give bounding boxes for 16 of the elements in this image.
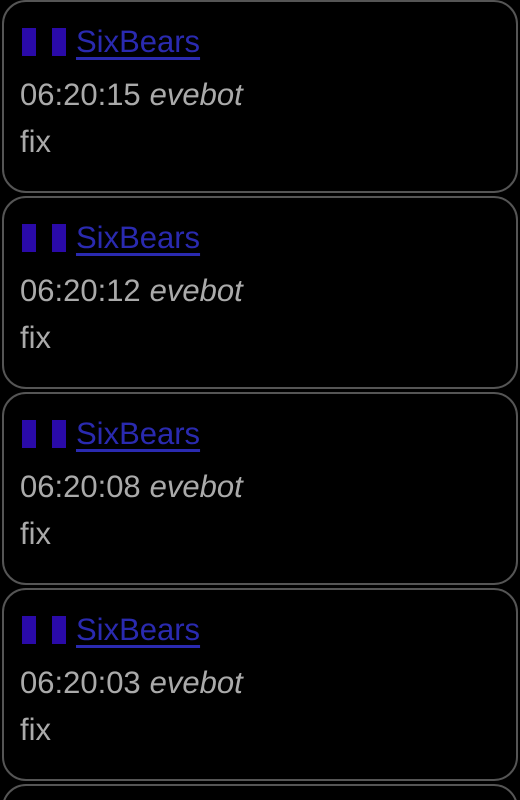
message-text: fix [20, 515, 52, 552]
message-text: fix [20, 319, 52, 356]
author-link[interactable]: SixBears [76, 611, 200, 649]
bot-name: evebot [150, 272, 243, 310]
message-time: 06:20:03 [20, 664, 141, 702]
message-time: 06:20:12 [20, 272, 141, 310]
author-link[interactable]: SixBears [76, 23, 200, 61]
author-link[interactable]: SixBears [76, 415, 200, 453]
message-text: fix [20, 711, 52, 748]
bot-name: evebot [150, 664, 243, 702]
author-link[interactable]: SixBears [76, 219, 200, 257]
message-time: 06:20:08 [20, 468, 141, 506]
bot-name: evebot [150, 468, 243, 506]
bot-name: evebot [150, 76, 243, 114]
message-text: fix [20, 123, 52, 160]
message-time: 06:20:15 [20, 76, 141, 114]
